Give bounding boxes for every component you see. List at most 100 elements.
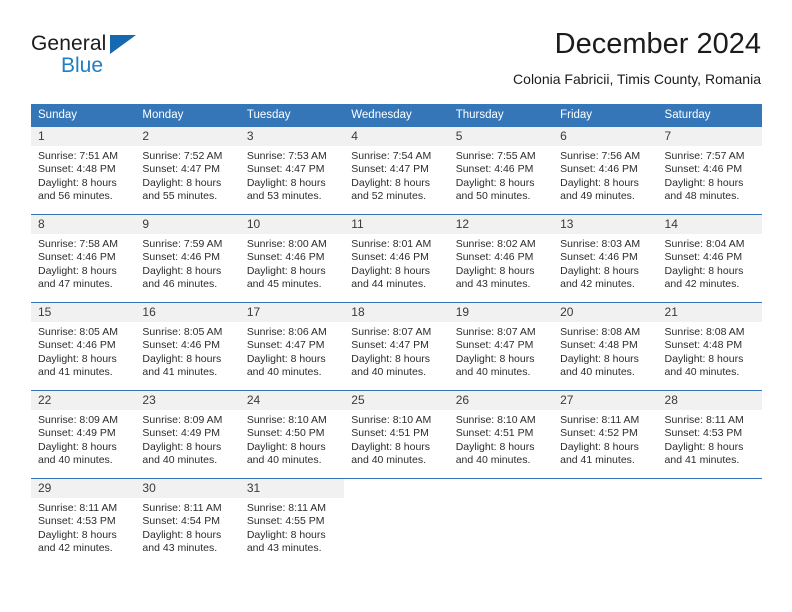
sunrise-text: Sunrise: 7:53 AM bbox=[246, 150, 327, 162]
calendar-day-cell[interactable]: 18 Sunrise: 8:07 AM Sunset: 4:47 PM Dayligh… bbox=[344, 302, 449, 378]
general-blue-logo[interactable]: General Blue bbox=[31, 32, 231, 90]
sunset-text: Sunset: 4:47 PM bbox=[142, 163, 221, 176]
sunrise-text: Sunrise: 7:56 AM bbox=[560, 150, 641, 162]
daylight-text-line2: and 42 minutes. bbox=[38, 542, 113, 555]
sunrise-text: Sunrise: 8:00 AM bbox=[246, 238, 327, 250]
calendar-day-cell[interactable]: 7 Sunrise: 7:57 AM Sunset: 4:46 PM Daylight… bbox=[657, 126, 762, 202]
daylight-text-line1: Daylight: 8 hours bbox=[246, 264, 326, 277]
day-details: Sunrise: 7:54 AM Sunset: 4:47 PM Daylight:… bbox=[344, 146, 448, 204]
day-number: 17 bbox=[239, 303, 345, 322]
calendar-day-cell[interactable]: 16 Sunrise: 8:05 AM Sunset: 4:46 PM Dayligh… bbox=[135, 302, 240, 378]
daylight-text-line1: Daylight: 8 hours bbox=[246, 352, 326, 365]
calendar-day-cell[interactable]: 4 Sunrise: 7:54 AM Sunset: 4:47 PM Daylight… bbox=[344, 126, 449, 204]
calendar-day-cell[interactable]: 8 Sunrise: 7:58 AM Sunset: 4:46 PM Daylight… bbox=[31, 214, 136, 290]
sunset-text: Sunset: 4:46 PM bbox=[38, 251, 116, 264]
day-cell-inner: 17 Sunrise: 8:06 AM Sunset: 4:47 PM Dayligh… bbox=[239, 303, 345, 378]
calendar-day-cell[interactable]: 1 Sunrise: 7:51 AM Sunset: 4:48 PM Daylight… bbox=[31, 126, 136, 204]
calendar-day-cell[interactable]: 28 Sunrise: 8:11 AM Sunset: 4:53 PM Dayligh… bbox=[657, 390, 762, 466]
sunrise-text: Sunrise: 7:58 AM bbox=[38, 238, 118, 250]
weekday-header-sunday: Sunday bbox=[31, 104, 136, 127]
calendar-day-cell[interactable]: 3 Sunrise: 7:53 AM Sunset: 4:47 PM Daylight… bbox=[239, 126, 345, 202]
calendar-day-cell[interactable]: 20 Sunrise: 8:08 AM Sunset: 4:48 PM Dayligh… bbox=[553, 302, 658, 379]
daylight-text-line1: Daylight: 8 hours bbox=[455, 176, 535, 189]
day-cell-inner: 14 Sunrise: 8:04 AM Sunset: 4:46 PM Dayligh… bbox=[657, 215, 762, 290]
day-cell-inner: 12 Sunrise: 8:02 AM Sunset: 4:46 PM Dayligh… bbox=[448, 215, 554, 290]
calendar-body: 1 Sunrise: 7:51 AM Sunset: 4:48 PM Daylight… bbox=[31, 126, 762, 555]
calendar-week-row: 15 Sunrise: 8:05 AM Sunset: 4:46 PM Dayligh… bbox=[31, 302, 762, 379]
day-cell-inner bbox=[553, 479, 658, 553]
day-details: Sunrise: 7:56 AM Sunset: 4:46 PM Daylight:… bbox=[553, 146, 657, 204]
daylight-text-line1: Daylight: 8 hours bbox=[38, 176, 117, 189]
calendar-day-cell[interactable]: 19 Sunrise: 8:07 AM Sunset: 4:47 PM Dayligh… bbox=[448, 302, 554, 378]
calendar-day-cell[interactable]: 13 Sunrise: 8:03 AM Sunset: 4:46 PM Dayligh… bbox=[553, 214, 658, 292]
day-cell-inner: 1 Sunrise: 7:51 AM Sunset: 4:48 PM Daylight… bbox=[31, 127, 136, 204]
daylight-text-line2: and 40 minutes. bbox=[351, 454, 426, 467]
calendar-day-cell[interactable]: 21 Sunrise: 8:08 AM Sunset: 4:48 PM Dayligh… bbox=[657, 302, 762, 378]
day-number: 10 bbox=[239, 215, 345, 234]
sunrise-text: Sunrise: 8:10 AM bbox=[455, 414, 536, 426]
day-cell-inner: 7 Sunrise: 7:57 AM Sunset: 4:46 PM Daylight… bbox=[657, 127, 762, 202]
sunrise-text: Sunrise: 8:11 AM bbox=[664, 414, 744, 426]
day-number: 27 bbox=[553, 391, 658, 410]
calendar-day-cell[interactable]: 5 Sunrise: 7:55 AM Sunset: 4:46 PM Daylight… bbox=[448, 126, 554, 204]
calendar-day-cell[interactable]: 12 Sunrise: 8:02 AM Sunset: 4:46 PM Dayligh… bbox=[448, 214, 554, 290]
calendar-day-cell[interactable]: 10 Sunrise: 8:00 AM Sunset: 4:46 PM Dayligh… bbox=[239, 214, 345, 290]
calendar-day-cell[interactable]: 11 Sunrise: 8:01 AM Sunset: 4:46 PM Dayligh… bbox=[344, 214, 449, 291]
day-cell-inner: 19 Sunrise: 8:07 AM Sunset: 4:47 PM Dayligh… bbox=[448, 303, 554, 378]
day-details: Sunrise: 7:55 AM Sunset: 4:46 PM Daylight:… bbox=[449, 146, 553, 204]
calendar-day-cell[interactable]: 24 Sunrise: 8:10 AM Sunset: 4:50 PM Dayligh… bbox=[239, 390, 345, 468]
logo-triangle-icon bbox=[110, 35, 136, 54]
sunset-text: Sunset: 4:46 PM bbox=[560, 251, 638, 264]
sunrise-text: Sunrise: 7:59 AM bbox=[142, 238, 223, 250]
page-title: December 2024 bbox=[554, 28, 761, 60]
sunrise-text: Sunrise: 8:02 AM bbox=[455, 238, 536, 250]
day-details: Sunrise: 8:10 AM Sunset: 4:50 PM Daylight:… bbox=[240, 410, 344, 468]
daylight-text-line1: Daylight: 8 hours bbox=[455, 352, 535, 365]
day-details bbox=[344, 498, 448, 502]
calendar-day-cell[interactable]: 31 Sunrise: 8:11 AM Sunset: 4:55 PM Dayligh… bbox=[239, 478, 345, 554]
day-cell-inner bbox=[657, 479, 762, 553]
calendar-day-cell[interactable]: 23 Sunrise: 8:09 AM Sunset: 4:49 PM Dayligh… bbox=[135, 390, 240, 466]
day-details: Sunrise: 7:51 AM Sunset: 4:48 PM Daylight:… bbox=[31, 146, 135, 204]
day-number: 28 bbox=[657, 391, 762, 410]
sunrise-text: Sunrise: 8:07 AM bbox=[351, 326, 432, 338]
day-details: Sunrise: 8:03 AM Sunset: 4:46 PM Daylight:… bbox=[553, 234, 657, 292]
day-number: 19 bbox=[448, 303, 554, 322]
day-details: Sunrise: 8:09 AM Sunset: 4:49 PM Daylight:… bbox=[31, 410, 135, 468]
day-number: 15 bbox=[31, 303, 136, 322]
day-details bbox=[449, 498, 553, 502]
calendar-day-cell[interactable]: 22 Sunrise: 8:09 AM Sunset: 4:49 PM Dayligh… bbox=[31, 390, 136, 468]
calendar-day-cell[interactable]: 9 Sunrise: 7:59 AM Sunset: 4:46 PM Daylight… bbox=[135, 214, 240, 290]
daylight-text-line2: and 40 minutes. bbox=[38, 454, 113, 467]
daylight-text-line2: and 40 minutes. bbox=[560, 366, 635, 379]
calendar-day-cell bbox=[448, 478, 554, 553]
calendar-day-cell[interactable]: 2 Sunrise: 7:52 AM Sunset: 4:47 PM Daylight… bbox=[135, 126, 240, 204]
weekday-header-saturday: Saturday bbox=[657, 104, 762, 127]
day-cell-inner bbox=[448, 479, 554, 553]
calendar-day-cell[interactable]: 25 Sunrise: 8:10 AM Sunset: 4:51 PM Dayligh… bbox=[344, 390, 449, 467]
calendar-day-cell[interactable]: 14 Sunrise: 8:04 AM Sunset: 4:46 PM Dayligh… bbox=[657, 214, 762, 290]
calendar-day-cell[interactable]: 29 Sunrise: 8:11 AM Sunset: 4:53 PM Dayligh… bbox=[31, 478, 136, 555]
day-cell-inner: 4 Sunrise: 7:54 AM Sunset: 4:47 PM Daylight… bbox=[344, 127, 449, 204]
calendar-day-cell[interactable]: 15 Sunrise: 8:05 AM Sunset: 4:46 PM Dayligh… bbox=[31, 302, 136, 378]
sunset-text: Sunset: 4:46 PM bbox=[38, 339, 116, 352]
day-details: Sunrise: 7:52 AM Sunset: 4:47 PM Daylight:… bbox=[135, 146, 239, 204]
calendar-day-cell bbox=[553, 478, 658, 553]
calendar-day-cell[interactable]: 6 Sunrise: 7:56 AM Sunset: 4:46 PM Daylight… bbox=[553, 126, 658, 204]
day-number: 14 bbox=[657, 215, 762, 234]
calendar-day-cell[interactable]: 26 Sunrise: 8:10 AM Sunset: 4:51 PM Dayligh… bbox=[448, 390, 554, 468]
sunset-text: Sunset: 4:47 PM bbox=[246, 339, 325, 352]
day-number bbox=[448, 479, 554, 498]
daylight-text-line2: and 44 minutes. bbox=[351, 278, 426, 291]
daylight-text-line1: Daylight: 8 hours bbox=[664, 352, 744, 365]
calendar-week-row: 22 Sunrise: 8:09 AM Sunset: 4:49 PM Dayligh… bbox=[31, 390, 762, 468]
calendar-day-cell[interactable]: 17 Sunrise: 8:06 AM Sunset: 4:47 PM Dayligh… bbox=[239, 302, 345, 378]
sunrise-text: Sunrise: 8:10 AM bbox=[246, 414, 327, 426]
daylight-text-line2: and 52 minutes. bbox=[351, 190, 426, 203]
daylight-text-line1: Daylight: 8 hours bbox=[560, 176, 639, 189]
calendar-day-cell[interactable]: 30 Sunrise: 8:11 AM Sunset: 4:54 PM Dayligh… bbox=[135, 478, 240, 554]
day-details: Sunrise: 8:10 AM Sunset: 4:51 PM Daylight:… bbox=[449, 410, 553, 468]
weekday-header-tuesday: Tuesday bbox=[239, 104, 345, 127]
sunset-text: Sunset: 4:46 PM bbox=[142, 251, 221, 264]
calendar-day-cell[interactable]: 27 Sunrise: 8:11 AM Sunset: 4:52 PM Dayligh… bbox=[553, 390, 658, 466]
